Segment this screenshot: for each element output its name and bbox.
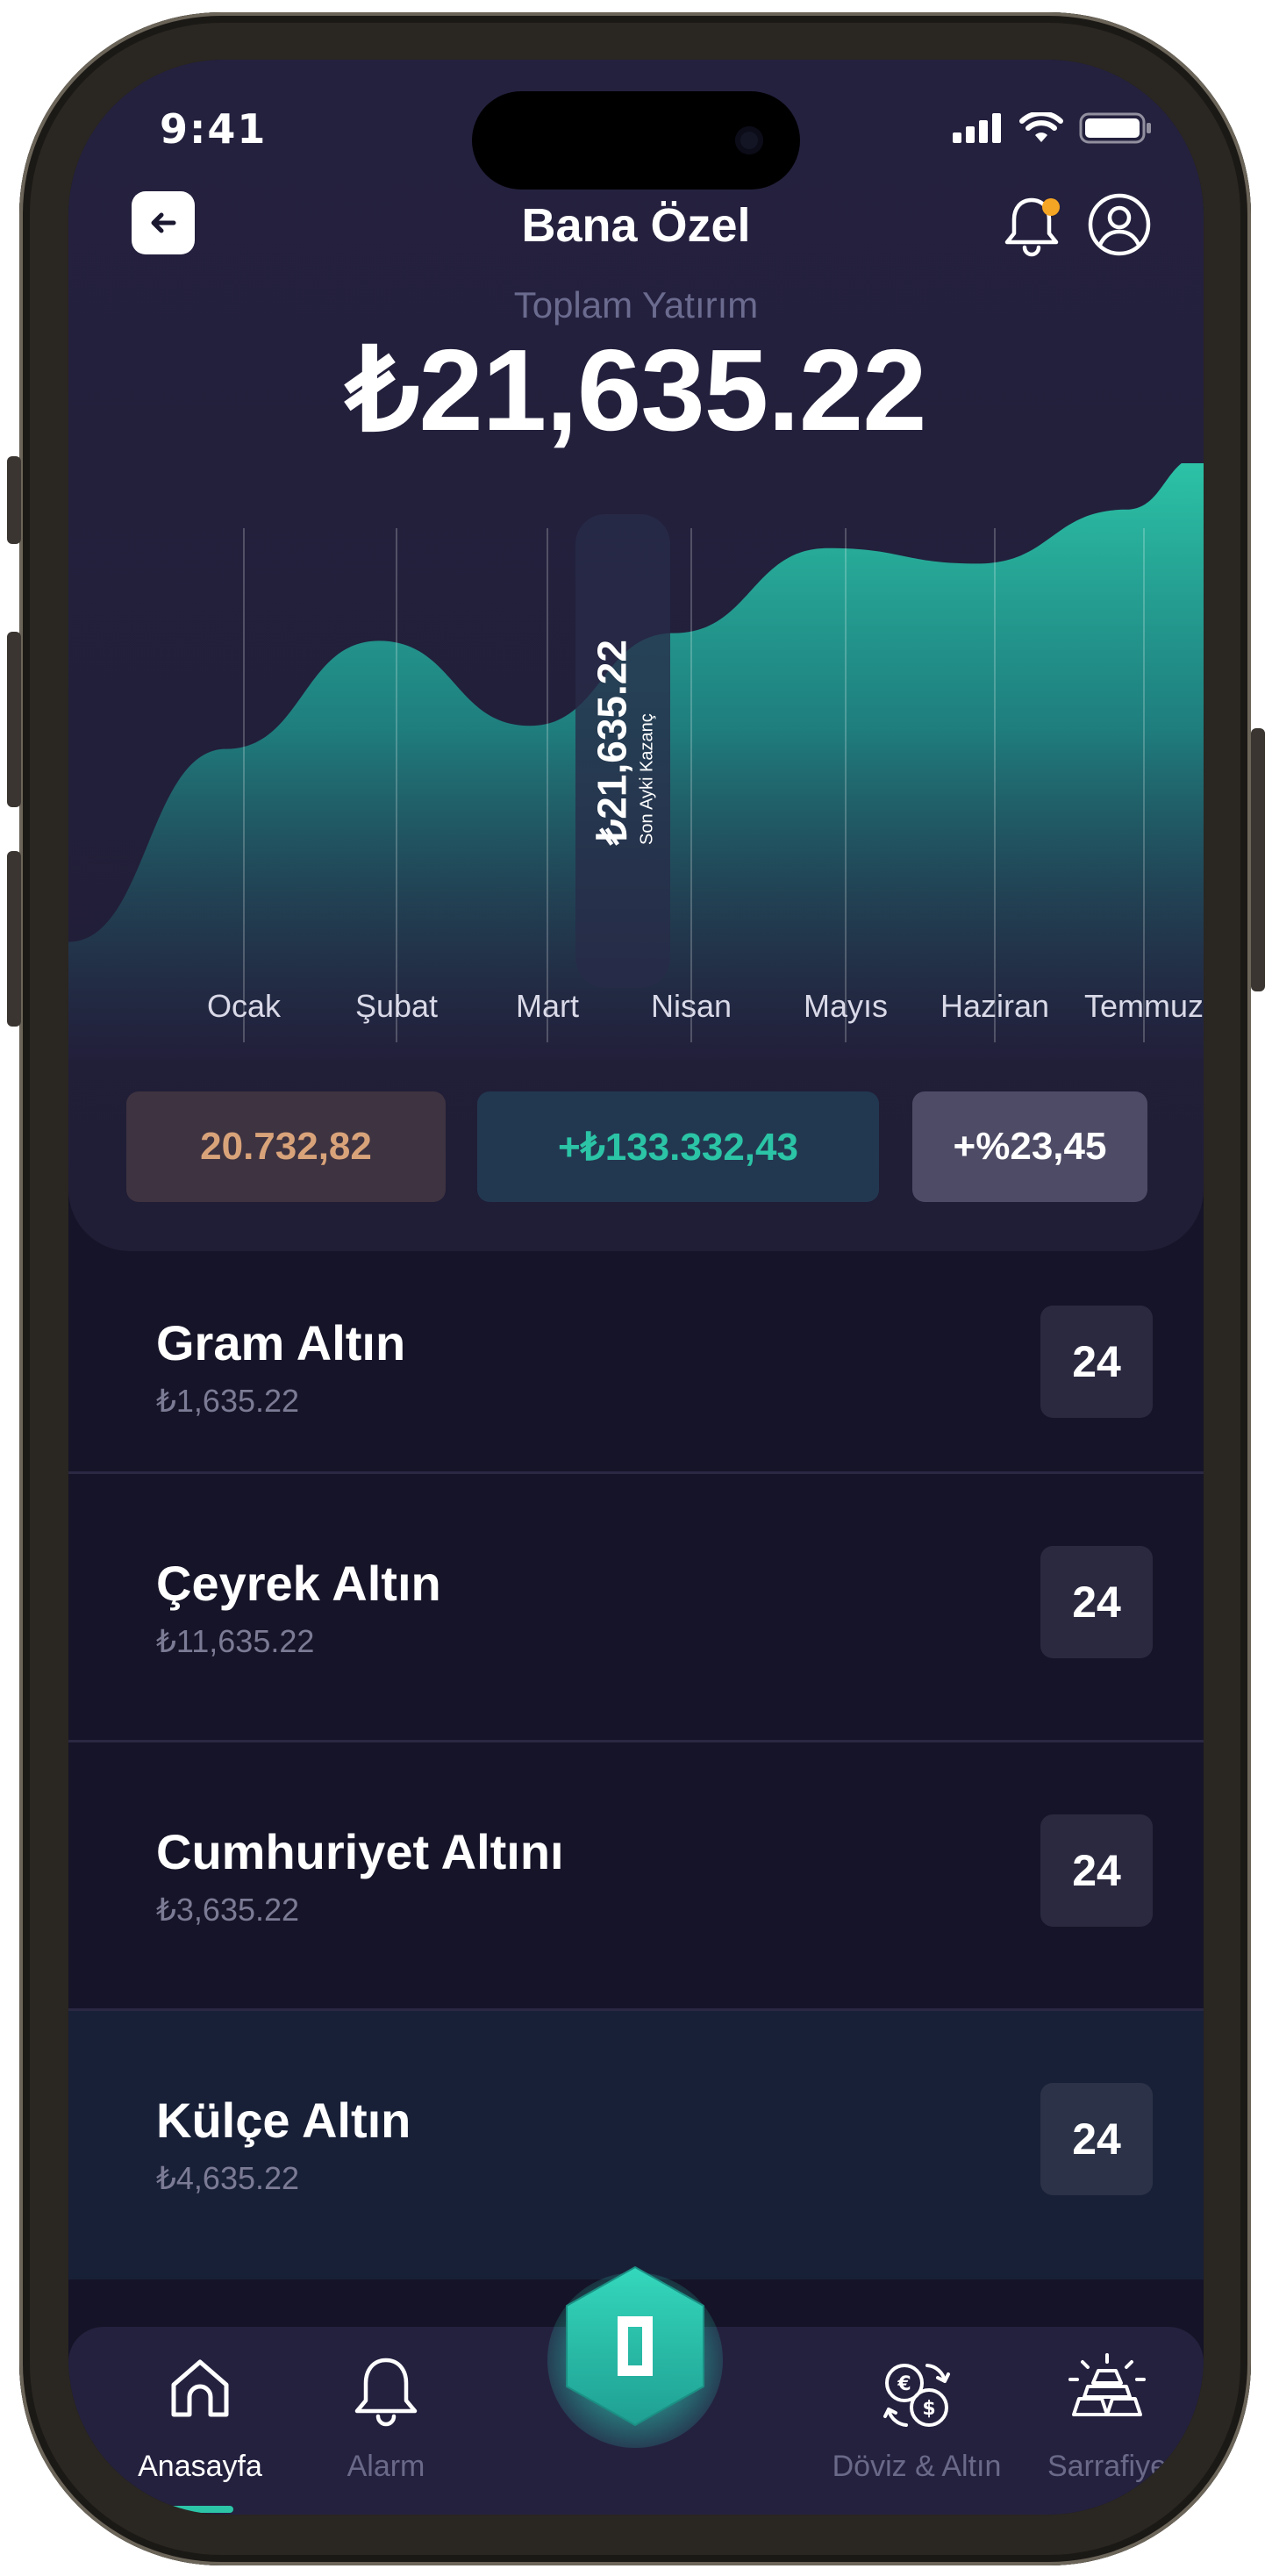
overview-panel: 9:41 Bana Özel Toplam Yatırım ₺21,635.22…	[68, 60, 1204, 1251]
status-time: 9:41	[160, 105, 268, 153]
stat-gain: +₺133.332,43	[477, 1091, 879, 1202]
item-title: Cumhuriyet Altını	[156, 1824, 564, 1879]
item-carat-badge: 24	[1040, 2083, 1153, 2195]
screen: 9:41 Bana Özel Toplam Yatırım ₺21,635.22…	[68, 60, 1204, 2515]
chart-tooltip-text: ₺21,635.22 Son Ayki Kazanç	[589, 640, 658, 845]
chart-x-tick-label: Ocak	[206, 988, 282, 1024]
nav-home-label: Anasayfa	[138, 2450, 262, 2483]
gold-bars-icon	[1068, 2353, 1146, 2416]
svg-text:€: €	[897, 2373, 911, 2395]
dynamic-island	[472, 91, 800, 190]
nav-jeweler[interactable]: Sarrafiye	[1019, 2327, 1195, 2515]
chart-x-tick-label: Nisan	[650, 988, 732, 1024]
svg-text:$: $	[922, 2398, 935, 2420]
item-price: ₺4,635.22	[156, 2160, 300, 2196]
item-carat-badge: 24	[1040, 1306, 1153, 1418]
power-button	[1251, 728, 1265, 991]
chart-tooltip-content: ₺21,635.22 Son Ayki Kazanç	[575, 514, 670, 988]
volume-down-button	[7, 851, 21, 1027]
item-price: ₺1,635.22	[156, 1383, 300, 1419]
stat-amount: 20.732,82	[126, 1091, 446, 1202]
stat-percent: +%23,45	[912, 1091, 1147, 1202]
currency-exchange-icon: € $	[883, 2364, 950, 2427]
item-title: Çeyrek Altın	[156, 1556, 441, 1611]
list-item[interactable]: Çeyrek Altın ₺11,635.22 24	[68, 1474, 1204, 1742]
bell-icon	[1004, 197, 1060, 257]
item-carat-badge: 24	[1040, 1814, 1153, 1927]
nav-jeweler-label: Sarrafiye	[1047, 2450, 1168, 2483]
nav-exchange[interactable]: € $ Döviz & Altın	[807, 2327, 1026, 2515]
item-price: ₺3,635.22	[156, 1892, 300, 1928]
chart-tooltip-caption: Son Ayki Kazanç	[637, 713, 657, 845]
cellular-signal-icon	[953, 113, 1001, 143]
active-tab-indicator	[167, 2506, 233, 2513]
chart-x-tick-label: Haziran	[940, 988, 1050, 1024]
mute-switch	[7, 456, 21, 544]
home-icon	[171, 2359, 229, 2417]
list-item[interactable]: Cumhuriyet Altını ₺3,635.22 24	[68, 1742, 1204, 2011]
chart-x-tick-label: Mayıs	[803, 988, 889, 1024]
chart-tooltip-value: ₺21,635.22	[589, 640, 635, 845]
battery-icon	[1079, 112, 1151, 144]
item-title: Külçe Altın	[156, 2093, 411, 2148]
notification-dot	[1042, 198, 1060, 216]
wifi-icon	[1019, 112, 1063, 142]
center-action-button[interactable]	[547, 2255, 723, 2448]
chart-x-tick-label: Temmuz	[1083, 988, 1204, 1024]
user-icon	[1088, 193, 1151, 256]
camera	[735, 126, 763, 154]
volume-up-button	[7, 632, 21, 807]
profile-button[interactable]	[1086, 191, 1153, 258]
list-item[interactable]: Külçe Altın ₺4,635.22 24	[68, 2011, 1204, 2279]
total-investment-label: Toplam Yatırım	[513, 284, 759, 326]
item-carat-badge: 24	[1040, 1546, 1153, 1658]
nav-home[interactable]: Anasayfa	[95, 2327, 305, 2515]
nav-alarm[interactable]: Alarm	[281, 2327, 491, 2515]
item-title: Gram Altın	[156, 1315, 406, 1370]
item-price: ₺11,635.22	[156, 1623, 315, 1659]
notifications-button[interactable]	[998, 190, 1068, 260]
chart-x-tick-label: Mart	[516, 988, 579, 1024]
bell-icon	[354, 2358, 418, 2427]
nav-alarm-label: Alarm	[347, 2450, 425, 2483]
chart-x-tick-label: Şubat	[354, 988, 439, 1024]
total-investment-value: ₺21,635.22	[346, 326, 926, 454]
nav-exchange-label: Döviz & Altın	[832, 2450, 1002, 2483]
chart-x-axis: Ocak Şubat Mart Nisan Mayıs Haziran Temmuz	[68, 988, 1204, 1032]
status-icons	[953, 112, 1153, 144]
